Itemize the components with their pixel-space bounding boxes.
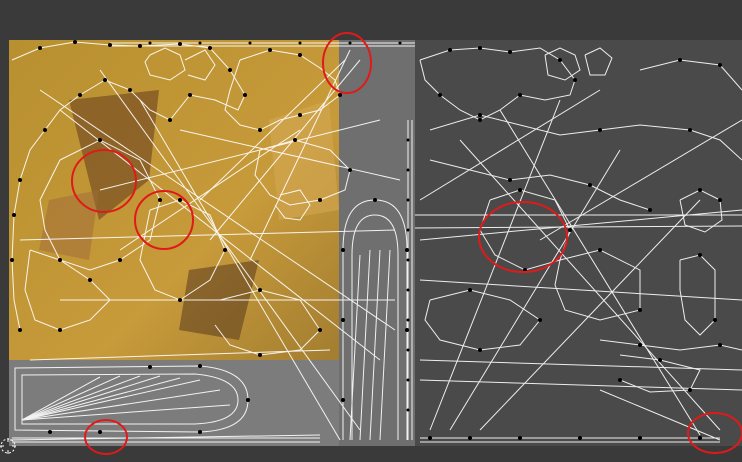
bottom-right-highlight [687, 412, 742, 454]
center-right-highlight [478, 201, 568, 273]
left-highlight-1 [71, 149, 137, 213]
uv-wireframe[interactable] [0, 0, 742, 462]
bottom-left-highlight [84, 419, 128, 455]
uv-editor-viewport[interactable] [0, 0, 742, 462]
top-highlight [322, 32, 372, 94]
left-highlight-2 [134, 190, 194, 250]
